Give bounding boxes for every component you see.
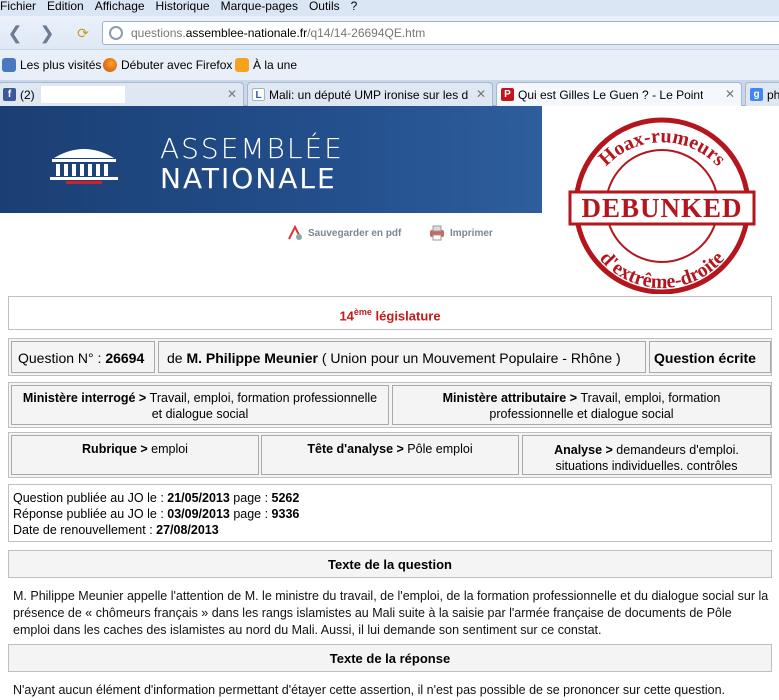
close-tab-icon[interactable]: ✕ (476, 87, 486, 101)
ministere-interroge-cell: Ministère interrogé > Travail, emploi, f… (11, 385, 389, 425)
stamp-bottom-text: d'extrême-droite (595, 247, 728, 293)
menu-historique[interactable]: Historique (156, 0, 210, 16)
menu-affichage[interactable]: Affichage (95, 0, 145, 16)
bookmark-headlines[interactable]: À la une (235, 58, 297, 72)
tete-analyse-cell: Tête d'analyse > Pôle emploi (261, 435, 519, 475)
close-tab-icon[interactable]: ✕ (227, 87, 237, 101)
menu-edition[interactable]: Edition (47, 0, 84, 16)
bookmarks-bar: Les plus visités Débuter avec Firefox À … (0, 50, 779, 80)
rubrique: emploi (151, 442, 188, 456)
save-pdf-link[interactable]: Sauvegarder en pdf (286, 224, 401, 242)
texte-question: M. Philippe Meunier appelle l'attention … (13, 589, 769, 637)
bookmark-most-visited[interactable]: Les plus visités (2, 58, 101, 72)
facebook-icon: f (3, 88, 16, 101)
texte-reponse: N'ayant aucun élément d'information perm… (13, 683, 726, 697)
tab-google[interactable]: g ph (745, 82, 779, 106)
le-point-icon: P (501, 88, 514, 101)
site-name-line1: ASSEMBLÉE (160, 132, 344, 165)
ministere-row: Ministère interrogé > Travail, emploi, f… (8, 382, 772, 428)
texte-reponse-title: Texte de la réponse (329, 651, 451, 666)
menu-fichier[interactable]: Fichier (0, 0, 36, 16)
question-header-row: Question N° : 26694 de M. Philippe Meuni… (8, 338, 772, 376)
menu-marque-pages[interactable]: Marque-pages (221, 0, 298, 16)
menu-bar: Fichier Edition Affichage Historique Mar… (0, 0, 779, 16)
debunked-stamp: Hoax-rumeurs d'extrême-droite DEBUNKED (568, 117, 756, 295)
navigation-bar: ❮ ❯ ⟳ questions.assemblee-nationale.fr/q… (0, 16, 779, 50)
pdf-icon (288, 224, 302, 240)
debunked-stamp-panel: Hoax-rumeurs d'extrême-droite DEBUNKED (542, 106, 779, 295)
google-icon: g (750, 88, 763, 101)
tab-facebook[interactable]: f (2) ✕ (0, 82, 244, 106)
question-number: 26694 (105, 350, 145, 366)
tab-strip: f (2) ✕ L Mali: un député UMP ironise su… (0, 80, 779, 106)
publication-box: Question publiée au JO le : 21/05/2013 p… (8, 484, 772, 542)
firefox-icon (103, 58, 117, 72)
reponse-publication-line: Réponse publiée au JO le : 03/09/2013 pa… (13, 507, 300, 521)
bookmark-firefox[interactable]: Débuter avec Firefox (103, 58, 232, 72)
legislature-title: 14ème législature (339, 307, 441, 324)
deputy-group: ( Union pour un Mouvement Populaire - Rh… (317, 350, 621, 366)
rubrique-cell: Rubrique > emploi (11, 435, 259, 475)
texte-reponse-header: Texte de la réponse (8, 644, 772, 672)
tab-article[interactable]: L Mali: un député UMP ironise sur les d.… (247, 82, 493, 106)
question-type-cell: Question écrite (649, 341, 771, 373)
question-number-cell: Question N° : 26694 (11, 341, 155, 373)
rubrique-row: Rubrique > emploi Tête d'analyse > Pôle … (8, 432, 772, 478)
ministere-attributaire-cell: Ministère attributaire > Travail, emploi… (392, 385, 771, 425)
ministere-interroge: Travail, emploi, formation professionnel… (149, 391, 378, 421)
print-link[interactable]: Imprimer (428, 224, 493, 242)
texte-question-title: Texte de la question (327, 557, 452, 572)
url-text: questions.assemblee-nationale.fr/q14/14-… (131, 26, 426, 40)
l-site-icon: L (252, 88, 265, 101)
question-publication-line: Question publiée au JO le : 21/05/2013 p… (13, 491, 300, 505)
stamp-middle-text: DEBUNKED (581, 193, 742, 223)
globe-icon (109, 26, 123, 40)
deputy-cell: de M. Philippe Meunier ( Union pour un M… (158, 341, 646, 373)
renouvellement-line: Date de renouvellement : 27/08/2013 (13, 523, 219, 537)
menu-outils[interactable]: Outils (309, 0, 340, 16)
forward-icon[interactable]: ❯ (36, 22, 58, 44)
reload-icon[interactable]: ⟳ (72, 22, 94, 44)
address-bar[interactable]: questions.assemblee-nationale.fr/q14/14-… (102, 21, 779, 45)
site-name-line2: NATIONALE (160, 162, 337, 195)
texte-question-header: Texte de la question (8, 550, 772, 578)
menu-help[interactable]: ? (351, 0, 358, 16)
tete-analyse: Pôle emploi (407, 442, 473, 456)
assemblee-logo-icon (50, 149, 118, 184)
legislature-box: 14ème législature (8, 296, 772, 330)
tab-le-point[interactable]: P Qui est Gilles Le Guen ? - Le Point ✕ (496, 82, 742, 106)
question-type: Question écrite (654, 350, 756, 366)
rss-icon (235, 58, 249, 72)
bookmark-icon (2, 58, 16, 72)
redacted-area (41, 86, 125, 103)
close-tab-icon[interactable]: ✕ (725, 87, 735, 101)
printer-icon (430, 225, 444, 241)
deputy-name: M. Philippe Meunier (186, 350, 318, 366)
back-icon[interactable]: ❮ (4, 22, 26, 44)
analyse-cell: Analyse > demandeurs d'emploi. situation… (522, 435, 771, 475)
